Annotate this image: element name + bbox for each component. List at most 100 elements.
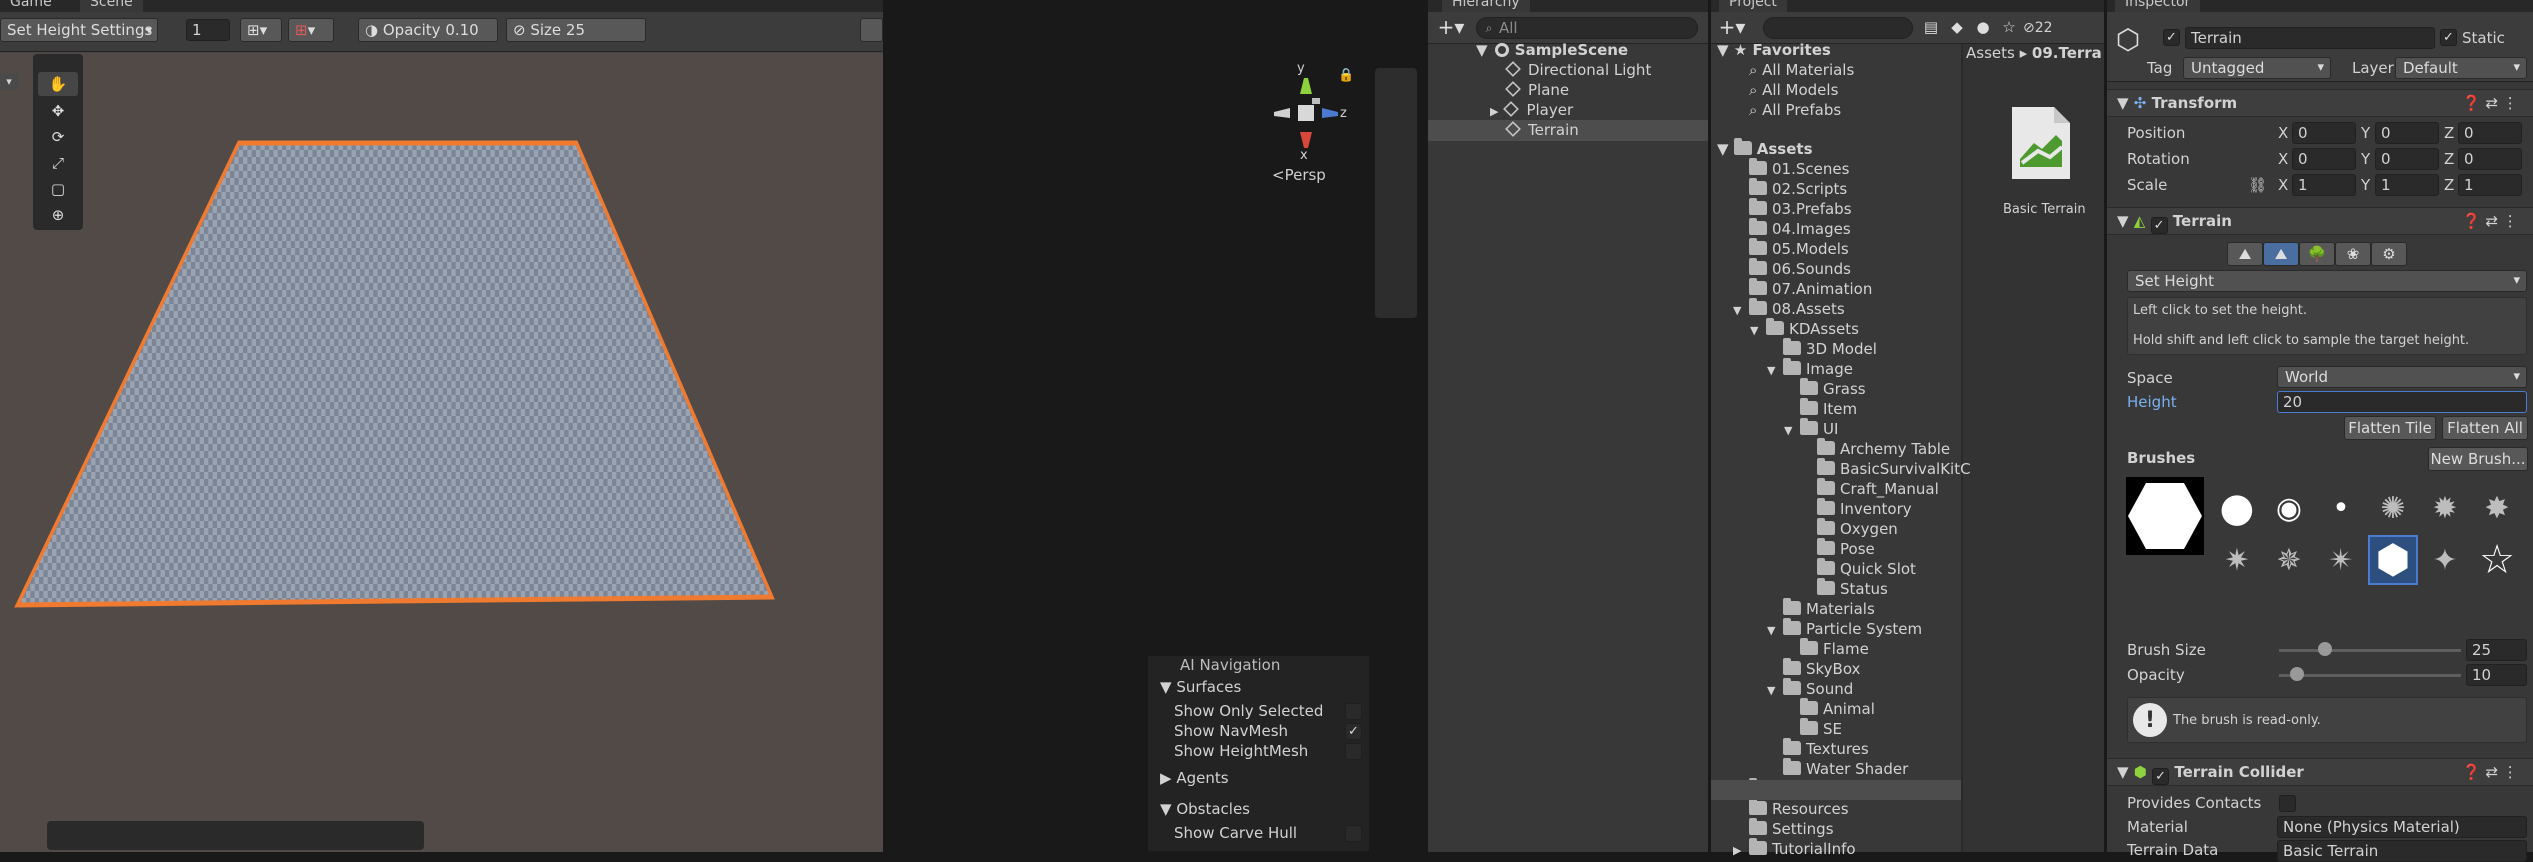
- terrain-tool-raise[interactable]: ⛰: [2227, 242, 2263, 266]
- pos-y-input[interactable]: 0: [2375, 122, 2439, 144]
- axis-z-label[interactable]: Z: [2444, 175, 2454, 195]
- folder-item[interactable]: ▼ Sound: [1767, 678, 1853, 699]
- tool-mode-dropdown[interactable]: Set Height Settings ▾: [0, 18, 158, 42]
- hierarchy-item-terrain[interactable]: Terrain: [1505, 120, 1579, 140]
- static-checkbox[interactable]: ✓: [2440, 29, 2457, 46]
- opacity-field[interactable]: ◑ Opacity 0.10: [358, 18, 498, 42]
- object-name-field[interactable]: Terrain: [2185, 27, 2435, 49]
- folder-item[interactable]: Pose: [1801, 538, 1875, 559]
- active-checkbox[interactable]: ✓: [2163, 29, 2180, 46]
- folder-item[interactable]: Quick Slot: [1801, 558, 1916, 579]
- opacity-input[interactable]: 10: [2466, 664, 2527, 686]
- folder-item[interactable]: ▼ Particle System: [1767, 618, 1922, 639]
- persp-label[interactable]: <Persp: [1272, 165, 1326, 185]
- folder-item[interactable]: 07.Animation: [1733, 278, 1872, 299]
- folder-item[interactable]: Resources: [1733, 798, 1849, 819]
- folder-item[interactable]: Settings: [1733, 818, 1834, 839]
- transform-tool-icon[interactable]: ⊕: [38, 203, 78, 227]
- folder-item[interactable]: 03.Prefabs: [1733, 198, 1852, 219]
- layer-dropdown[interactable]: Default: [2395, 57, 2527, 79]
- hidden-count-badge[interactable]: ⊘22: [2023, 18, 2053, 38]
- show-navmesh-checkbox[interactable]: ✓: [1345, 723, 1362, 740]
- brush-round-soft-icon[interactable]: ◉: [2264, 483, 2314, 533]
- ai-nav-title[interactable]: AI Navigation: [1180, 655, 1280, 675]
- collider-enabled-checkbox[interactable]: ✓: [2152, 768, 2170, 785]
- folder-item[interactable]: Grass: [1784, 378, 1866, 399]
- hand-tool-icon[interactable]: ✋: [38, 72, 78, 96]
- left-edge-dropdown[interactable]: ▾: [0, 74, 18, 90]
- terrain-data-field[interactable]: Basic Terrain: [2277, 840, 2527, 862]
- terrain-tool-settings[interactable]: ⚙: [2371, 242, 2407, 266]
- transform-menu-icons[interactable]: ❓ ⇄ ⋮: [2462, 93, 2518, 113]
- folder-item[interactable]: Craft_Manual: [1801, 478, 1939, 499]
- folder-item[interactable]: Textures: [1767, 738, 1869, 759]
- terrain-enabled-checkbox[interactable]: ✓: [2150, 217, 2168, 234]
- folder-item[interactable]: 3D Model: [1767, 338, 1877, 359]
- terrain-plane[interactable]: [0, 53, 883, 852]
- hierarchy-item-plane[interactable]: Plane: [1505, 80, 1569, 100]
- folder-item[interactable]: SkyBox: [1767, 658, 1860, 679]
- folder-item[interactable]: ▼ KDAssets: [1750, 318, 1859, 339]
- rot-z-input[interactable]: 0: [2458, 148, 2522, 170]
- show-heightmesh-checkbox[interactable]: [1345, 743, 1362, 760]
- terrain-asset-icon[interactable]: [2008, 105, 2074, 181]
- folder-item[interactable]: Flame: [1784, 638, 1869, 659]
- rect-tool-icon[interactable]: ▢: [38, 177, 78, 201]
- brush-round-hard-icon[interactable]: ●: [2212, 483, 2262, 533]
- brush-noise-a-icon[interactable]: ✷: [2212, 535, 2262, 585]
- rot-y-input[interactable]: 0: [2375, 148, 2439, 170]
- snap-increment-button[interactable]: ⊞▾: [240, 18, 282, 42]
- transform-title[interactable]: ▼ ✣ Transform: [2117, 93, 2237, 113]
- terrain-menu-icons[interactable]: ❓ ⇄ ⋮: [2462, 211, 2518, 231]
- fav-all-models[interactable]: ⌕ All Models: [1749, 80, 1838, 100]
- add-icon[interactable]: +▾: [1436, 15, 1466, 39]
- folder-item[interactable]: Archemy Table: [1801, 438, 1950, 459]
- folder-item[interactable]: ▼ UI: [1784, 418, 1838, 439]
- folder-item[interactable]: ▶ TutorialInfo: [1733, 838, 1856, 859]
- folder-item[interactable]: ▼ Image: [1767, 358, 1853, 379]
- brush-round-small-icon[interactable]: •: [2316, 483, 2366, 533]
- terrain-mode-dropdown[interactable]: Set Height: [2127, 270, 2527, 292]
- tab-scene[interactable]: Scene: [80, 0, 143, 12]
- pos-z-input[interactable]: 0: [2458, 122, 2522, 144]
- terrain-tool-details[interactable]: ❀: [2335, 242, 2371, 266]
- ai-nav-surfaces[interactable]: ▼ Surfaces: [1160, 677, 1241, 697]
- folder-item[interactable]: Oxygen: [1801, 518, 1898, 539]
- move-tool-icon[interactable]: ✥: [38, 99, 78, 123]
- hierarchy-item-player[interactable]: ▶ Player: [1490, 100, 1573, 120]
- terrain-tool-paint-height[interactable]: ⛰: [2263, 242, 2299, 266]
- tab-hierarchy[interactable]: Hierarchy: [1442, 0, 1530, 12]
- folder-item[interactable]: Inventory: [1801, 498, 1912, 519]
- toolbar-number-field[interactable]: 1: [186, 19, 230, 41]
- terrain-component-title[interactable]: ▼ ◭ ✓ Terrain: [2117, 211, 2232, 234]
- fav-all-materials[interactable]: ⌕ All Materials: [1749, 60, 1854, 80]
- folder-item[interactable]: 05.Models: [1733, 238, 1849, 259]
- flatten-tile-button[interactable]: Flatten Tile: [2344, 416, 2436, 440]
- scl-z-input[interactable]: 1: [2458, 174, 2522, 196]
- brush-size-input[interactable]: 25: [2466, 639, 2527, 661]
- size-field[interactable]: ⊘ Size 25: [506, 18, 646, 42]
- folder-item[interactable]: Item: [1784, 398, 1857, 419]
- folder-item[interactable]: Status: [1801, 578, 1888, 599]
- axis-z-label[interactable]: Z: [2444, 123, 2454, 143]
- rotate-tool-icon[interactable]: ⟳: [38, 125, 78, 149]
- folder-item[interactable]: Animal: [1784, 698, 1875, 719]
- axis-y-label[interactable]: Y: [2361, 175, 2370, 195]
- warning-filter-icon[interactable]: ●: [1971, 16, 1995, 38]
- brush-size-slider-knob[interactable]: [2317, 642, 2332, 656]
- height-input[interactable]: 20: [2277, 391, 2527, 413]
- scale-tool-icon[interactable]: ⤢: [38, 151, 78, 175]
- brush-star-soft-icon[interactable]: ✦: [2420, 535, 2470, 585]
- tab-game[interactable]: Game: [0, 0, 62, 12]
- brush-star-icon[interactable]: ☆: [2472, 535, 2522, 585]
- grid-snap-button[interactable]: ⊞▾: [288, 18, 334, 42]
- project-add-icon[interactable]: +▾: [1717, 15, 1747, 39]
- folder-item[interactable]: Water Shader: [1767, 758, 1908, 779]
- rot-x-input[interactable]: 0: [2292, 148, 2356, 170]
- axis-z-label[interactable]: Z: [2444, 149, 2454, 169]
- show-only-selected-checkbox[interactable]: [1345, 703, 1362, 720]
- label-icon[interactable]: ◆: [1945, 16, 1969, 38]
- folder-item[interactable]: ▼ 08.Assets: [1733, 298, 1845, 319]
- tab-inspector[interactable]: Inspector: [2115, 0, 2201, 12]
- axis-y-label[interactable]: Y: [2361, 123, 2370, 143]
